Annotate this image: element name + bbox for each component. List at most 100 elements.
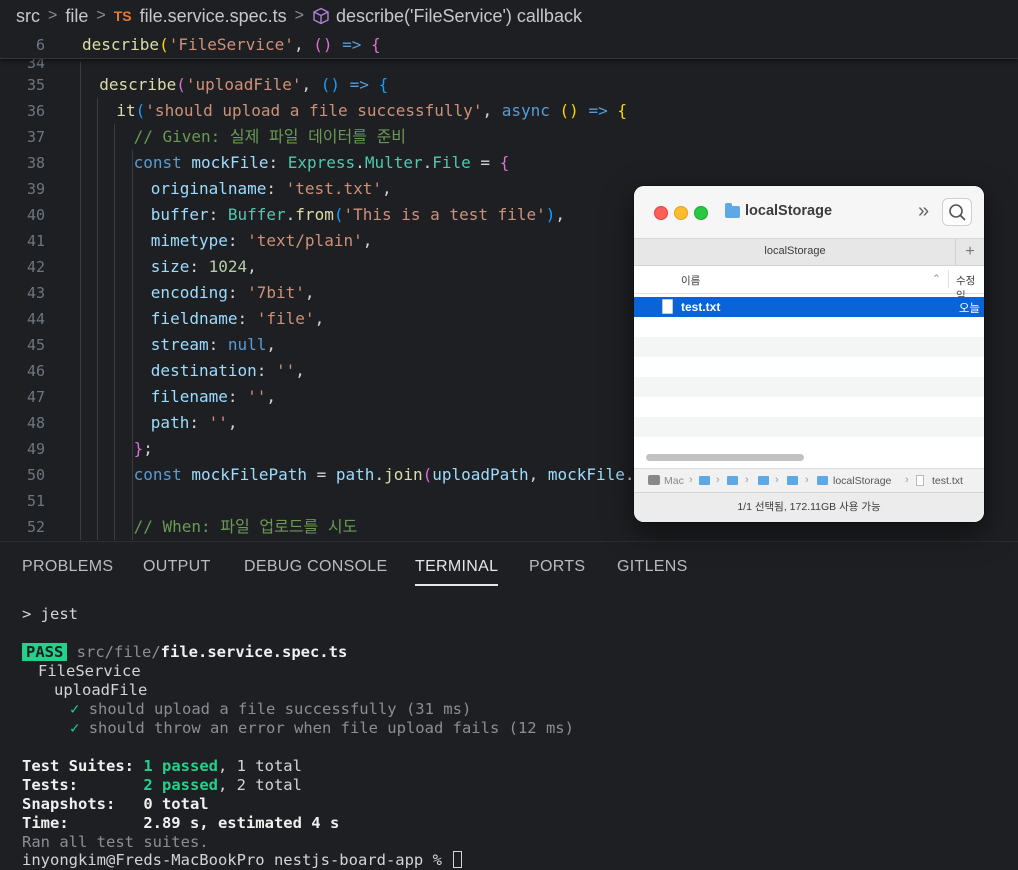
path-segment-root[interactable]: Mac bbox=[664, 475, 684, 487]
code-token: 'FileService' bbox=[168, 35, 294, 54]
empty-row bbox=[634, 417, 984, 437]
file-date: 오늘 bbox=[958, 303, 980, 315]
line-number[interactable]: 46 bbox=[0, 358, 45, 384]
document-icon bbox=[916, 475, 924, 486]
shell-prompt[interactable]: inyongkim@Freds-MacBookPro nestjs-board-… bbox=[22, 851, 463, 870]
code-token: , bbox=[362, 231, 373, 250]
search-button[interactable] bbox=[942, 198, 972, 226]
code-token: 'This is a test file' bbox=[343, 205, 546, 224]
code-text: encoding: '7bit', bbox=[151, 280, 315, 306]
line-number[interactable]: 43 bbox=[0, 280, 45, 306]
empty-row bbox=[634, 377, 984, 397]
finder-window[interactable]: localStorage » localStorage + 이름 ⌃ 수정일 t… bbox=[634, 186, 984, 522]
code-token: , bbox=[555, 205, 566, 224]
more-toolbar-items-button[interactable]: » bbox=[918, 200, 929, 223]
code-line[interactable]: 36 it('should upload a file successfully'… bbox=[0, 98, 1018, 124]
terminal[interactable]: > jest PASS src/file/file.service.spec.t… bbox=[0, 591, 1018, 870]
line-number[interactable]: 48 bbox=[0, 410, 45, 436]
line-number[interactable]: 47 bbox=[0, 384, 45, 410]
line-number[interactable]: 44 bbox=[0, 306, 45, 332]
code-token: . bbox=[355, 153, 365, 172]
finder-tab[interactable]: localStorage bbox=[634, 245, 956, 257]
tab-problems[interactable]: PROBLEMS bbox=[22, 542, 113, 592]
tab-gitlens[interactable]: GITLENS bbox=[617, 542, 688, 592]
code-token: , bbox=[301, 75, 321, 94]
code-text: originalname: 'test.txt', bbox=[151, 176, 392, 202]
code-token: : bbox=[208, 335, 228, 354]
code-text: buffer: Buffer.from('This is a test file… bbox=[151, 202, 565, 228]
code-token: join bbox=[384, 465, 423, 484]
code-token: , bbox=[266, 387, 277, 406]
breadcrumb-src[interactable]: src bbox=[16, 6, 40, 27]
column-header-name[interactable]: 이름 bbox=[681, 273, 700, 288]
horizontal-scrollbar[interactable] bbox=[646, 454, 804, 461]
tab-terminal[interactable]: TERMINAL bbox=[415, 542, 499, 592]
line-number[interactable]: 36 bbox=[0, 98, 45, 124]
line-number[interactable]: 50 bbox=[0, 462, 45, 488]
sticky-scroll-line[interactable]: 6 describe('FileService', () => { bbox=[0, 32, 1018, 59]
code-token: { bbox=[499, 153, 510, 172]
code-line[interactable]: 38 const mockFile: Express.Multer.File = … bbox=[0, 150, 1018, 176]
folder-icon[interactable] bbox=[758, 476, 769, 485]
suite-name: FileService bbox=[38, 662, 141, 680]
line-number[interactable]: 51 bbox=[0, 488, 45, 514]
code-token: '7bit' bbox=[247, 283, 305, 302]
code-token: path bbox=[150, 413, 190, 432]
line-number[interactable]: 6 bbox=[0, 32, 45, 58]
line-number[interactable]: 38 bbox=[0, 150, 45, 176]
minimize-window-button[interactable] bbox=[674, 206, 688, 220]
code-token: Multer bbox=[364, 153, 423, 172]
file-name: test.txt bbox=[681, 300, 721, 314]
close-window-button[interactable] bbox=[654, 206, 668, 220]
code-token: it bbox=[116, 101, 136, 120]
pass-badge: PASS bbox=[22, 643, 68, 661]
code-text: }; bbox=[134, 436, 153, 462]
line-number[interactable]: 49 bbox=[0, 436, 45, 462]
code-token: '' bbox=[247, 387, 267, 406]
breadcrumb-file[interactable]: file bbox=[65, 6, 88, 27]
code-token: : bbox=[227, 231, 248, 250]
code-token: buffer bbox=[150, 205, 209, 224]
breadcrumb-symbol[interactable]: describe('FileService') callback bbox=[336, 6, 582, 27]
code-token: describe bbox=[99, 75, 177, 94]
code-token: . bbox=[374, 465, 385, 484]
finder-title: localStorage bbox=[745, 203, 833, 219]
code-token: : bbox=[266, 179, 286, 198]
tab-ports[interactable]: PORTS bbox=[529, 542, 585, 592]
line-number[interactable]: 40 bbox=[0, 202, 45, 228]
line-number[interactable]: 45 bbox=[0, 332, 45, 358]
chevron-right-icon: › bbox=[745, 474, 749, 486]
folder-icon[interactable] bbox=[727, 476, 738, 485]
tab-output[interactable]: OUTPUT bbox=[143, 542, 211, 592]
code-token: ( bbox=[422, 465, 433, 484]
path-segment-folder[interactable]: localStorage bbox=[833, 475, 891, 487]
new-tab-button[interactable]: + bbox=[955, 239, 984, 265]
code-token: mimetype bbox=[150, 231, 228, 250]
folder-icon[interactable] bbox=[787, 476, 798, 485]
code-token: => bbox=[349, 75, 369, 94]
line-number[interactable]: 42 bbox=[0, 254, 45, 280]
code-token: mockFile bbox=[547, 465, 625, 484]
code-token: size bbox=[150, 257, 190, 276]
check-icon: ✓ bbox=[70, 719, 80, 737]
breadcrumb-filename[interactable]: file.service.spec.ts bbox=[140, 6, 287, 27]
file-row-selected[interactable]: test.txt 오늘 bbox=[634, 297, 984, 317]
code-token: => bbox=[588, 101, 608, 120]
line-number[interactable]: 37 bbox=[0, 124, 45, 150]
code-token: , bbox=[304, 283, 315, 302]
code-line[interactable]: 37 // Given: 실제 파일 데이터를 준비 bbox=[0, 124, 1018, 150]
zoom-window-button[interactable] bbox=[694, 206, 708, 220]
folder-icon[interactable] bbox=[699, 476, 710, 485]
line-number[interactable]: 41 bbox=[0, 228, 45, 254]
code-token: : bbox=[189, 257, 209, 276]
path-segment-file[interactable]: test.txt bbox=[932, 475, 963, 487]
code-token: ( bbox=[159, 35, 169, 54]
code-token: , bbox=[293, 35, 314, 54]
tab-debug-console[interactable]: DEBUG CONSOLE bbox=[244, 542, 388, 592]
line-number[interactable]: 39 bbox=[0, 176, 45, 202]
line-number[interactable]: 52 bbox=[0, 514, 45, 540]
code-token: '' bbox=[208, 413, 228, 432]
